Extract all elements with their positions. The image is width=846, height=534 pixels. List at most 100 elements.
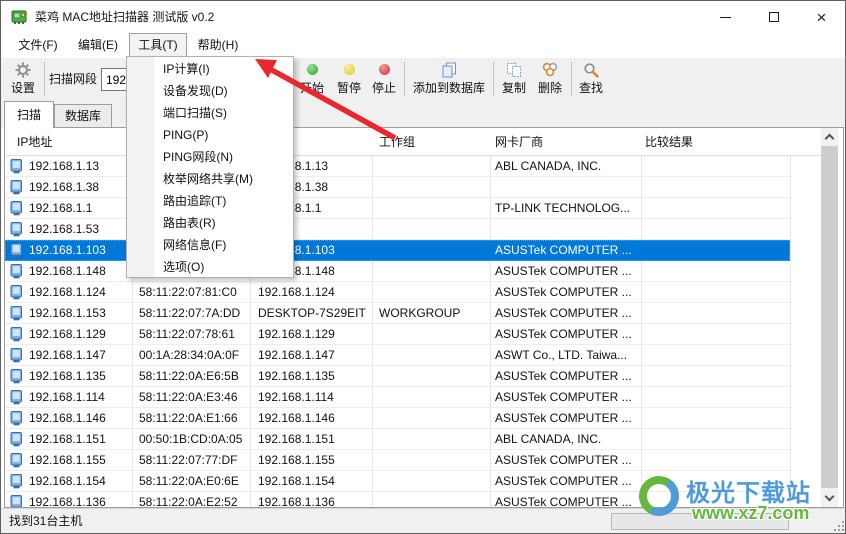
menu-tools[interactable]: 工具(T) — [129, 33, 187, 58]
menu-file[interactable]: 文件(F) — [9, 33, 67, 58]
cell-compare — [641, 387, 790, 408]
table-row[interactable]: 192.168.1.103 192.168.1.103 ASUSTek COMP… — [5, 240, 790, 261]
cell-ip: 192.168.1.136 — [5, 492, 132, 507]
delete-button[interactable]: 删除 — [532, 58, 568, 100]
cell-ip: 192.168.1.114 — [5, 387, 132, 408]
table-row[interactable]: 192.168.1.53 — [5, 219, 790, 240]
stop-button[interactable]: 停止 — [367, 58, 401, 100]
start-button[interactable]: 开始 — [294, 58, 330, 100]
table-row[interactable]: 192.168.1.1 192.168.1.1 TP-LINK TECHNOLO… — [5, 198, 790, 219]
cell-compare — [641, 282, 790, 303]
table-row[interactable]: 192.168.1.13 192.168.1.13 ABL CANADA, IN… — [5, 156, 790, 177]
toolbar-separator — [404, 62, 405, 96]
cell-hostname: 192.168.1.124 — [250, 282, 372, 303]
table-row[interactable]: 192.168.1.147 00:1A:28:34:0A:0F 192.168.… — [5, 345, 790, 366]
menu-item[interactable]: 选项(O) — [127, 256, 293, 278]
add-to-database-button[interactable]: 添加到数据库 — [407, 58, 491, 100]
cell-mac: 58:11:22:07:81:C0 — [132, 282, 250, 303]
cell-workgroup — [372, 387, 490, 408]
cell-workgroup — [372, 345, 490, 366]
menu-item[interactable]: 枚举网络共享(M) — [127, 168, 293, 190]
cell-ip: 192.168.1.153 — [5, 303, 132, 324]
table-row[interactable]: 192.168.1.148 192.168.1.148 ASUSTek COMP… — [5, 261, 790, 282]
progress-bar — [611, 513, 789, 530]
tab-scan[interactable]: 扫描 — [4, 101, 54, 128]
cell-ip: 192.168.1.147 — [5, 345, 132, 366]
close-button[interactable]: × — [798, 2, 845, 32]
cell-vendor: ASUSTek COMPUTER ... — [490, 450, 641, 471]
cell-mac: 58:11:22:07:78:61 — [132, 324, 250, 345]
table-row[interactable]: 192.168.1.136 58:11:22:0A:E2:52 192.168.… — [5, 492, 790, 507]
menu-item[interactable]: IP计算(I) — [127, 58, 293, 80]
pause-button[interactable]: 暂停 — [331, 58, 367, 100]
delete-label: 删除 — [538, 79, 562, 96]
find-label: 查找 — [579, 79, 603, 96]
table-row[interactable]: 192.168.1.124 58:11:22:07:81:C0 192.168.… — [5, 282, 790, 303]
cell-vendor: ASUSTek COMPUTER ... — [490, 492, 641, 507]
menu-item[interactable]: PING网段(N) — [127, 146, 293, 168]
cell-compare — [641, 450, 790, 471]
table-row[interactable]: 192.168.1.146 58:11:22:0A:E1:66 192.168.… — [5, 408, 790, 429]
cell-ip: 192.168.1.13 — [5, 156, 132, 177]
menu-item[interactable]: PING(P) — [127, 124, 293, 146]
resize-grip[interactable] — [834, 521, 845, 532]
menu-item[interactable]: 设备发现(D) — [127, 80, 293, 102]
menu-item[interactable]: 网络信息(F) — [127, 234, 293, 256]
cell-ip: 192.168.1.151 — [5, 429, 132, 450]
stop-dot-icon — [379, 62, 390, 77]
header-compare[interactable]: 比较结果 — [645, 128, 693, 156]
cell-workgroup — [372, 261, 490, 282]
scroll-down-button[interactable] — [821, 490, 838, 507]
cell-hostname: 192.168.1.147 — [250, 345, 372, 366]
scroll-up-button[interactable] — [821, 128, 838, 145]
table-row[interactable]: 192.168.1.135 58:11:22:0A:E6:5B 192.168.… — [5, 366, 790, 387]
table-row[interactable]: 192.168.1.154 58:11:22:0A:E0:6E 192.168.… — [5, 471, 790, 492]
cell-vendor: ASUSTek COMPUTER ... — [490, 366, 641, 387]
menu-help[interactable]: 帮助(H) — [189, 33, 247, 58]
menu-item[interactable]: 路由表(R) — [127, 212, 293, 234]
cell-ip: 192.168.1.148 — [5, 261, 132, 282]
cell-vendor — [490, 219, 641, 240]
cell-mac: 58:11:22:0A:E3:46 — [132, 387, 250, 408]
cell-compare — [641, 219, 790, 240]
tab-database[interactable]: 数据库 — [54, 104, 112, 128]
table-row[interactable]: 192.168.1.153 58:11:22:07:7A:DD DESKTOP-… — [5, 303, 790, 324]
menu-item[interactable]: 端口扫描(S) — [127, 102, 293, 124]
settings-label: 设置 — [11, 79, 35, 96]
cell-vendor: ABL CANADA, INC. — [490, 156, 641, 177]
cell-compare — [641, 366, 790, 387]
menu-bar: 文件(F) 编辑(E) 工具(T) 帮助(H) — [1, 33, 845, 58]
header-vendor[interactable]: 网卡厂商 — [495, 128, 543, 156]
close-icon: × — [817, 9, 827, 26]
vertical-scrollbar[interactable] — [821, 128, 838, 507]
cell-vendor: ASUSTek COMPUTER ... — [490, 408, 641, 429]
window-title: 菜鸡 MAC地址扫描器 测试版 v0.2 — [35, 1, 214, 33]
menu-item[interactable]: 路由追踪(T) — [127, 190, 293, 212]
cell-compare — [641, 156, 790, 177]
cell-ip: 192.168.1.103 — [5, 240, 132, 261]
chevron-down-icon — [825, 492, 835, 502]
header-ip[interactable]: IP地址 — [17, 128, 52, 156]
scrollbar-thumb[interactable] — [821, 146, 838, 488]
toolbar-separator — [571, 62, 572, 96]
cell-workgroup — [372, 324, 490, 345]
menu-edit[interactable]: 编辑(E) — [69, 33, 127, 58]
app-window: 菜鸡 MAC地址扫描器 测试版 v0.2 × 文件(F) 编辑(E) 工具(T)… — [0, 0, 846, 534]
table-row[interactable]: 192.168.1.155 58:11:22:07:77:DF 192.168.… — [5, 450, 790, 471]
table-row[interactable]: 192.168.1.38 192.168.1.38 — [5, 177, 790, 198]
cell-workgroup — [372, 492, 490, 507]
table-row[interactable]: 192.168.1.114 58:11:22:0A:E3:46 192.168.… — [5, 387, 790, 408]
cell-vendor: ASWT Co., LTD. Taiwa... — [490, 345, 641, 366]
find-button[interactable]: 查找 — [574, 58, 608, 100]
maximize-button[interactable] — [749, 2, 798, 32]
table-row[interactable]: 192.168.1.151 00:50:1B:CD:0A:05 192.168.… — [5, 429, 790, 450]
header-workgroup[interactable]: 工作组 — [379, 128, 415, 156]
toolbar-separator — [493, 62, 494, 96]
settings-button[interactable]: 设置 — [5, 58, 41, 100]
minimize-button[interactable] — [702, 2, 749, 32]
copy-button[interactable]: 复制 — [497, 58, 531, 100]
gear-icon — [15, 62, 31, 77]
search-icon — [583, 62, 599, 77]
cell-mac: 58:11:22:07:7A:DD — [132, 303, 250, 324]
table-row[interactable]: 192.168.1.129 58:11:22:07:78:61 192.168.… — [5, 324, 790, 345]
